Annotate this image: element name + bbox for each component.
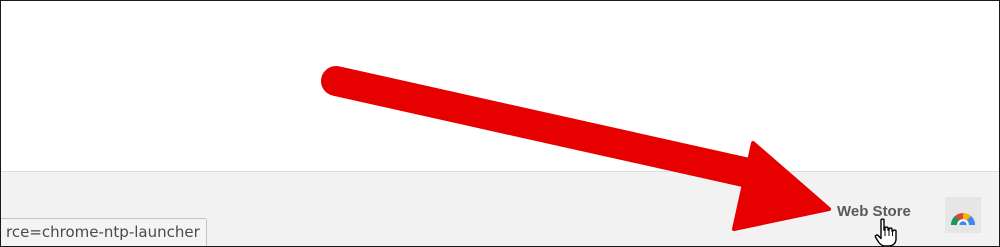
chrome-web-store-icon[interactable] — [945, 197, 981, 233]
browser-window: rce=chrome-ntp-launcher Web Store — [0, 0, 1000, 247]
web-store-link[interactable]: Web Store — [837, 200, 911, 224]
new-tab-page-content — [1, 1, 999, 171]
status-bar-url: rce=chrome-ntp-launcher — [1, 218, 207, 246]
